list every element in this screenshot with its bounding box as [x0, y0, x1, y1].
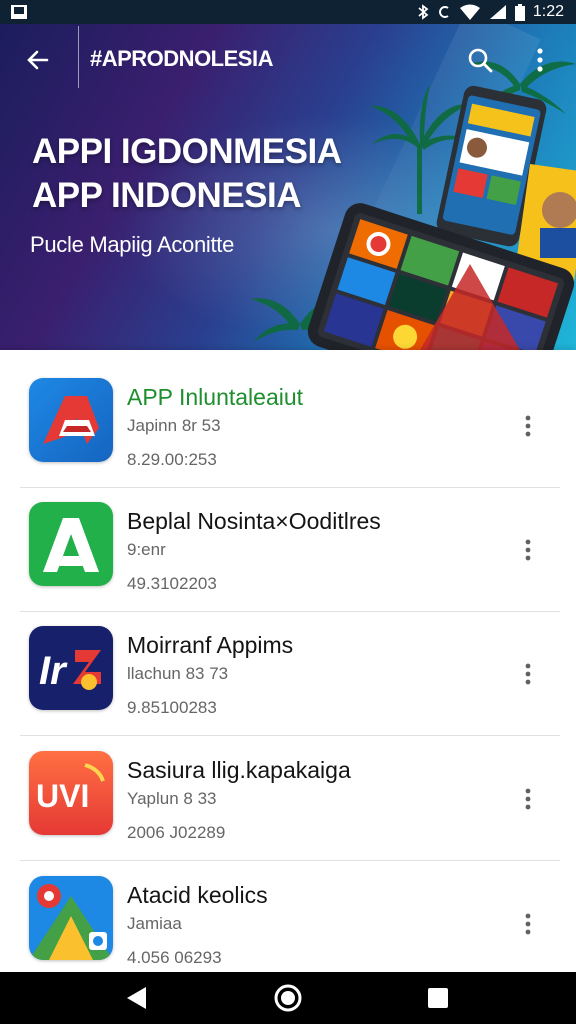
- more-vert-icon: [537, 48, 543, 72]
- status-time: 1:22: [532, 3, 564, 20]
- triangle-back-icon: [127, 987, 146, 1009]
- banner-title-line-2: APP INDONESIA: [32, 176, 302, 215]
- app-meta: 8.29.00:253: [127, 450, 217, 469]
- nav-home-button[interactable]: [268, 982, 308, 1014]
- search-icon: [468, 48, 493, 73]
- app-name: Sasiura llig.kapakaiga: [127, 757, 351, 783]
- app-name: Moirranf Appims: [127, 632, 294, 658]
- app-list-item[interactable]: Beplal Nosinta×Ooditlres 9:enr 49.310220…: [20, 488, 560, 612]
- app-list-item[interactable]: Atacid keolics Jamiaa 4.056 06293: [20, 862, 560, 986]
- app-developer: Jamiaa: [127, 914, 182, 933]
- app-meta: 49.3102203: [127, 574, 217, 593]
- app-developer: llachun 83 73: [127, 664, 229, 683]
- system-nav-bar: [0, 972, 576, 1024]
- app-developer: Yaplun 8 33: [127, 789, 217, 808]
- screenshot-notification-icon: [10, 4, 28, 20]
- nav-back-button[interactable]: [116, 982, 156, 1014]
- more-vert-icon: [525, 913, 531, 935]
- app-name: Atacid keolics: [127, 882, 268, 908]
- sync-icon: [437, 4, 451, 20]
- maps-pin-icon: [29, 876, 113, 960]
- green-a-logo-icon: [29, 502, 113, 586]
- item-menu-button[interactable]: [514, 532, 542, 568]
- app-meta: 2006 J02289: [127, 823, 226, 842]
- app-name: APP Inluntaleaiut: [127, 384, 304, 410]
- bluetooth-icon: [417, 4, 429, 20]
- nav-recents-button[interactable]: [418, 982, 458, 1014]
- app-developer: 9:enr: [127, 540, 166, 559]
- ir-logo-icon: Ir: [29, 626, 113, 710]
- app-list-item[interactable]: APP Inluntaleaiut Japinn 8r 53 8.29.00:2…: [20, 364, 560, 488]
- banner-subtitle: Pucle Mapiig Aconitte: [30, 232, 235, 257]
- app-developer: Japinn 8r 53: [127, 416, 221, 435]
- more-vert-icon: [525, 539, 531, 561]
- item-menu-button[interactable]: [514, 906, 542, 942]
- red-a-logo-icon: [29, 378, 113, 462]
- more-vert-icon: [525, 663, 531, 685]
- item-menu-button[interactable]: [514, 656, 542, 692]
- arrow-left-icon: [27, 50, 49, 70]
- uvi-logo-icon: UVI: [29, 751, 113, 835]
- app-list-item[interactable]: Ir Moirranf Appims llachun 83 73 9.85100…: [20, 612, 560, 736]
- banner-title-line-1: APPI IGDONMESIA: [32, 132, 342, 171]
- app-meta: 9.85100283: [127, 698, 217, 717]
- app-name: Beplal Nosinta×Ooditlres: [127, 508, 381, 534]
- toolbar-divider: [78, 26, 79, 88]
- square-recents-icon: [428, 988, 448, 1008]
- signal-icon: [489, 4, 507, 20]
- item-menu-button[interactable]: [514, 781, 542, 817]
- overflow-menu-button[interactable]: [524, 42, 556, 78]
- back-button[interactable]: [20, 42, 56, 78]
- circle-home-icon: [274, 984, 302, 1012]
- wifi-icon: [459, 4, 481, 20]
- app-meta: 4.056 06293: [127, 948, 222, 967]
- battery-icon: [514, 3, 525, 21]
- more-vert-icon: [525, 788, 531, 810]
- app-list: APP Inluntaleaiut Japinn 8r 53 8.29.00:2…: [0, 350, 576, 972]
- status-bar: 1:22: [0, 0, 576, 24]
- ir-logo-text: Ir: [39, 649, 68, 693]
- item-menu-button[interactable]: [514, 408, 542, 444]
- toolbar: #APRODNOLESIA: [0, 24, 576, 94]
- toolbar-title: #APRODNOLESIA: [90, 46, 273, 71]
- header-banner: #APRODNOLESIA APPI IGDONMESIA APP INDONE…: [0, 24, 576, 350]
- uvi-logo-text: UVI: [36, 778, 89, 814]
- app-list-item[interactable]: UVI Sasiura llig.kapakaiga Yaplun 8 33 2…: [20, 737, 560, 861]
- search-button[interactable]: [462, 42, 498, 78]
- more-vert-icon: [525, 415, 531, 437]
- banner-title: APPI IGDONMESIA APP INDONESIA: [32, 130, 342, 218]
